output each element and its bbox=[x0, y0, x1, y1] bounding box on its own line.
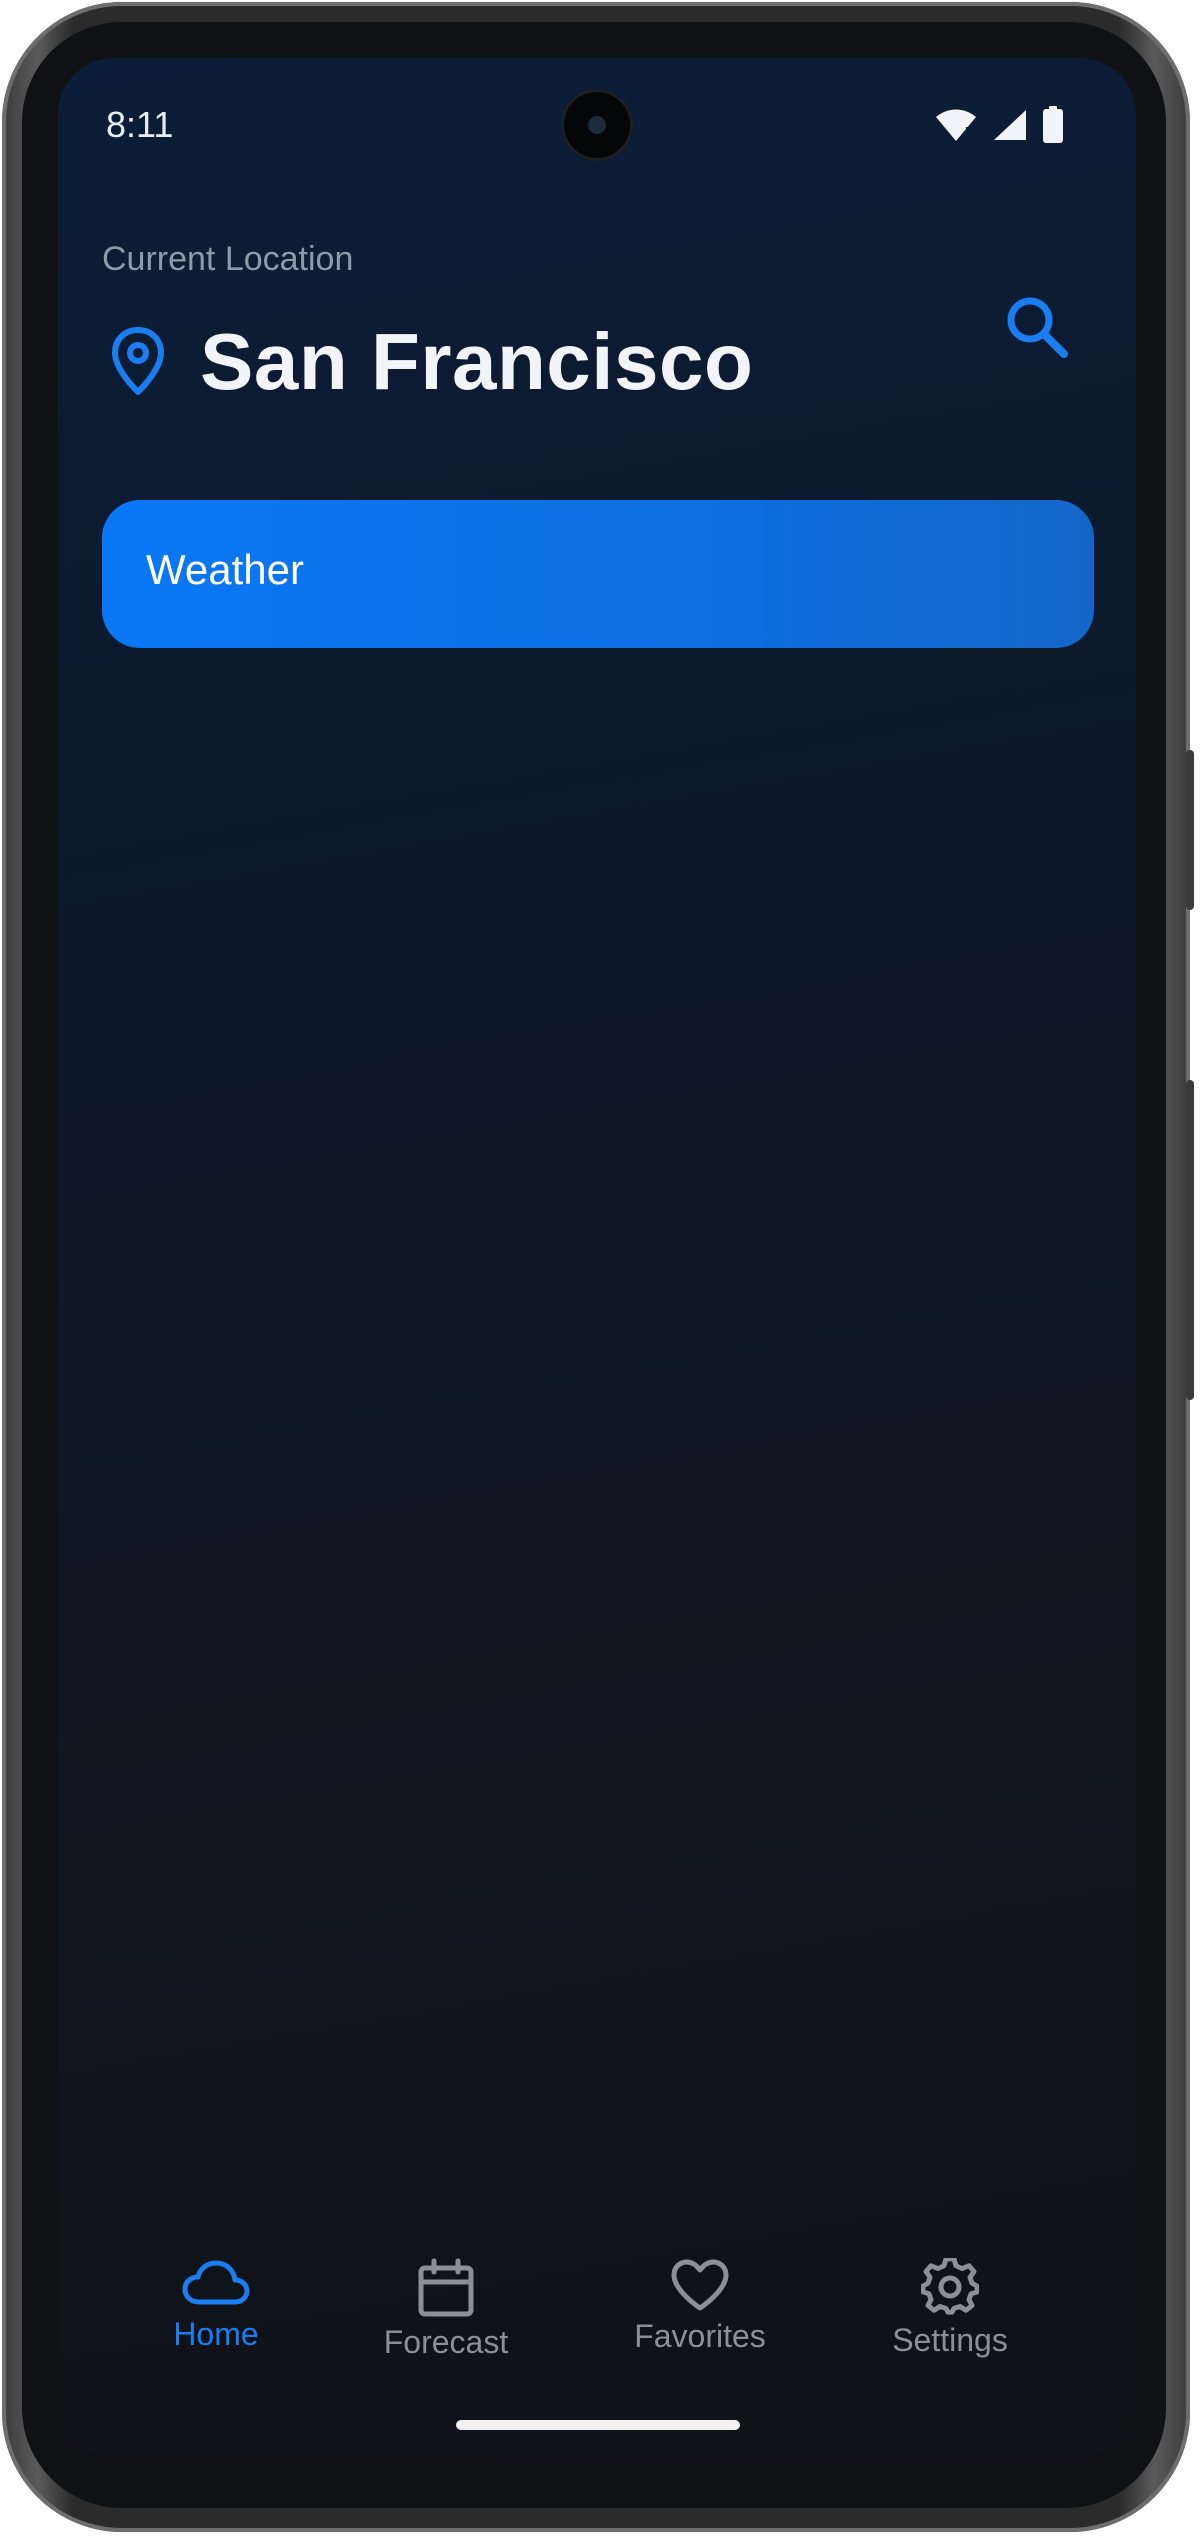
weather-card-label: Weather bbox=[146, 546, 304, 593]
signal-icon bbox=[994, 110, 1026, 140]
battery-icon bbox=[1043, 106, 1063, 143]
nav-label-settings: Settings bbox=[892, 2322, 1008, 2358]
nav-item-home[interactable]: Home bbox=[116, 2258, 316, 2378]
nav-label-favorites: Favorites bbox=[634, 2318, 766, 2354]
heart-icon bbox=[671, 2259, 729, 2311]
app-screen: 8:11 Current Location San Francisco Weat… bbox=[58, 58, 1136, 2458]
cloud-icon bbox=[182, 2260, 250, 2305]
nav-item-favorites[interactable]: Favorites bbox=[600, 2258, 800, 2378]
phone-device: 8:11 Current Location San Francisco Weat… bbox=[0, 0, 1200, 2541]
gear-icon bbox=[921, 2258, 979, 2315]
nav-label-forecast: Forecast bbox=[383, 2324, 509, 2360]
camera-lens bbox=[588, 116, 606, 134]
nav-item-settings[interactable]: Settings bbox=[850, 2258, 1050, 2378]
status-time: 8:11 bbox=[106, 104, 174, 145]
power-button bbox=[1186, 750, 1194, 910]
calendar-icon bbox=[418, 2258, 474, 2317]
weather-card[interactable]: Weather bbox=[102, 500, 1094, 648]
map-pin-icon bbox=[112, 327, 164, 395]
status-icons bbox=[934, 106, 1064, 144]
search-icon[interactable] bbox=[1002, 292, 1072, 362]
wifi-icon bbox=[936, 109, 976, 142]
city-name: San Francisco bbox=[200, 317, 754, 406]
nav-label-home: Home bbox=[173, 2316, 259, 2352]
current-location-label: Current Location bbox=[102, 240, 354, 278]
bottom-nav: Home Forecast Favorites Settings bbox=[58, 2258, 1136, 2398]
nav-item-forecast[interactable]: Forecast bbox=[346, 2258, 546, 2378]
volume-button bbox=[1186, 1080, 1194, 1400]
front-camera bbox=[564, 92, 630, 158]
home-indicator[interactable] bbox=[456, 2420, 740, 2430]
